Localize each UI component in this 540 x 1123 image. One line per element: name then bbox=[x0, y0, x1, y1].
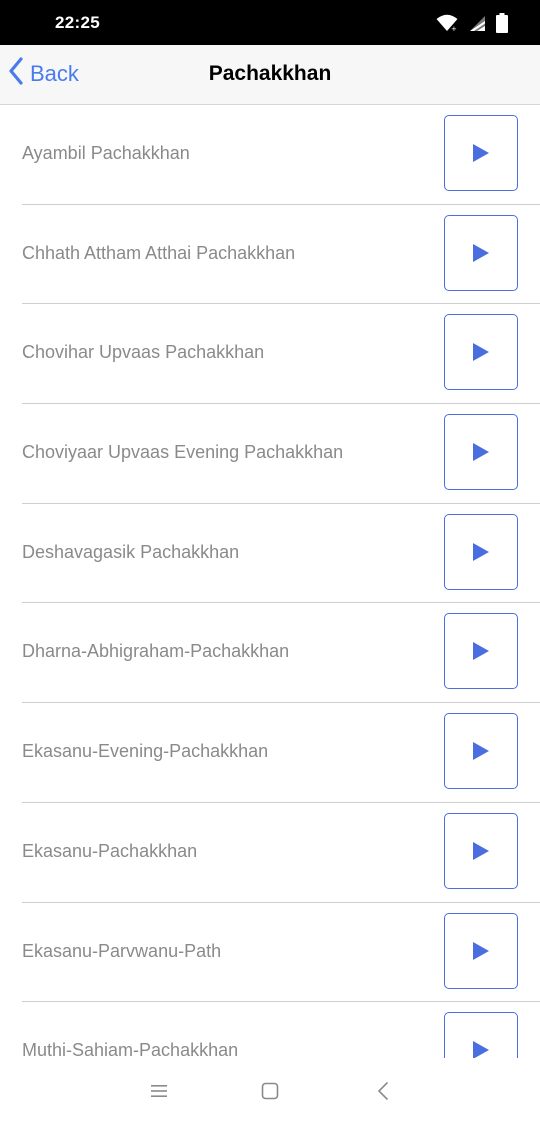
play-icon bbox=[473, 243, 489, 262]
list-item: Ekasanu-Pachakkhan bbox=[22, 803, 540, 903]
chevron-left-icon bbox=[8, 57, 30, 91]
play-icon bbox=[473, 1041, 489, 1058]
list-item: Ekasanu-Evening-Pachakkhan bbox=[22, 703, 540, 803]
signal-icon bbox=[468, 14, 486, 32]
play-button[interactable] bbox=[444, 1012, 518, 1058]
list-item-label: Chhath Attham Atthai Pachakkhan bbox=[22, 242, 296, 263]
play-button[interactable] bbox=[444, 115, 518, 191]
list-item-label: Ekasanu-Evening-Pachakkhan bbox=[22, 741, 269, 762]
page-title: Pachakkhan bbox=[208, 62, 332, 85]
back-icon[interactable] bbox=[372, 1080, 394, 1102]
status-bar: 22:25 + bbox=[0, 0, 540, 45]
play-button[interactable] bbox=[444, 414, 518, 491]
play-icon bbox=[473, 642, 489, 661]
navigation-bar: Back Pachakkhan bbox=[0, 45, 540, 105]
svg-text:+: + bbox=[451, 25, 457, 32]
pachakkhan-list: Ayambil Pachakkhan Chhath Attham Atthai … bbox=[0, 105, 540, 1058]
list-item-label: Ayambil Pachakkhan bbox=[22, 143, 190, 163]
play-button[interactable] bbox=[444, 214, 518, 291]
play-button[interactable] bbox=[444, 912, 518, 989]
play-button[interactable] bbox=[444, 513, 518, 590]
back-label: Back bbox=[30, 61, 79, 86]
system-navigation-bar bbox=[0, 1058, 540, 1123]
list-item-label: Muthi-Sahiam-Pachakkhan bbox=[22, 1040, 239, 1058]
play-icon bbox=[473, 343, 489, 362]
status-time: 22:25 bbox=[55, 13, 100, 32]
play-icon bbox=[473, 443, 489, 462]
play-icon bbox=[473, 542, 489, 561]
list-item: Choviyaar Upvaas Evening Pachakkhan bbox=[22, 404, 540, 504]
list-item-label: Chovihar Upvaas Pachakkhan bbox=[22, 342, 265, 363]
list-item: Muthi-Sahiam-Pachakkhan bbox=[22, 1002, 540, 1058]
list-item-label: Dharna-Abhigraham-Pachakkhan bbox=[22, 641, 290, 662]
list-item-label: Deshavagasik Pachakkhan bbox=[22, 541, 240, 562]
play-button[interactable] bbox=[444, 812, 518, 889]
list-item-label: Choviyaar Upvaas Evening Pachakkhan bbox=[22, 442, 344, 463]
list-item: Ayambil Pachakkhan bbox=[22, 105, 540, 205]
list-item: Ekasanu-Parvwanu-Path bbox=[22, 903, 540, 1003]
play-icon bbox=[473, 841, 489, 860]
menu-icon[interactable] bbox=[148, 1080, 170, 1102]
play-button[interactable] bbox=[444, 713, 518, 790]
status-icons: + bbox=[436, 13, 508, 33]
list-item: Chhath Attham Atthai Pachakkhan bbox=[22, 205, 540, 305]
wifi-icon: + bbox=[436, 14, 458, 32]
list-item: Chovihar Upvaas Pachakkhan bbox=[22, 304, 540, 405]
play-button[interactable] bbox=[444, 613, 518, 690]
battery-icon bbox=[496, 13, 508, 33]
list-item: Dharna-Abhigraham-Pachakkhan bbox=[22, 603, 540, 704]
list-item: Deshavagasik Pachakkhan bbox=[22, 504, 540, 604]
play-icon bbox=[473, 742, 489, 761]
back-button[interactable]: Back bbox=[8, 45, 79, 103]
list-item-label: Ekasanu-Pachakkhan bbox=[22, 840, 198, 861]
play-button[interactable] bbox=[444, 314, 518, 391]
play-icon bbox=[473, 941, 489, 960]
home-icon[interactable] bbox=[259, 1080, 281, 1102]
list-item-label: Ekasanu-Parvwanu-Path bbox=[22, 940, 222, 961]
play-icon bbox=[473, 144, 489, 162]
